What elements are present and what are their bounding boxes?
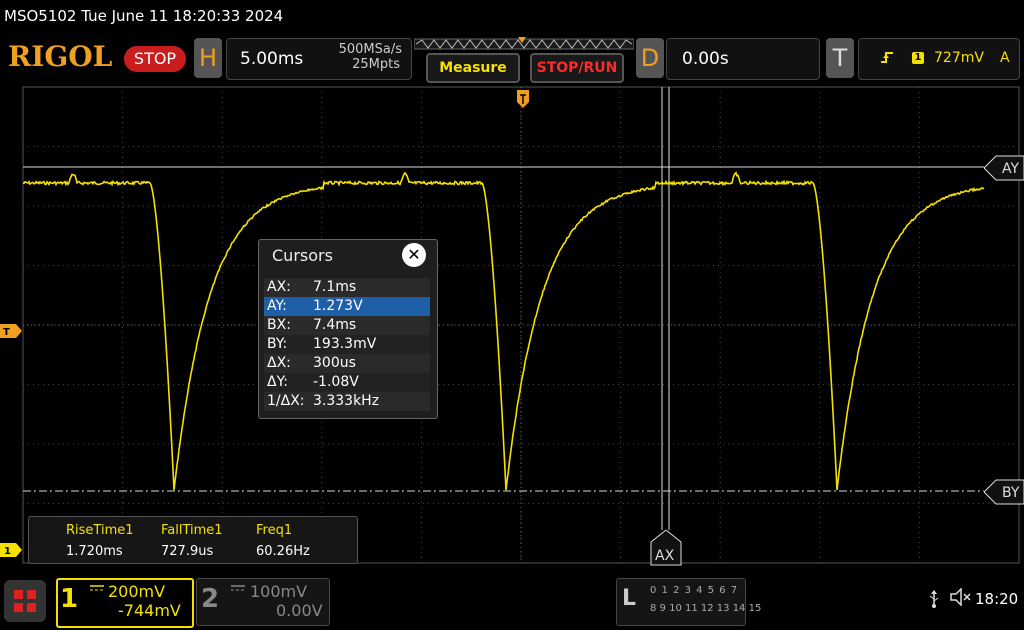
title-bar: MSO5102 Tue June 11 18:20:33 2024 — [0, 0, 1024, 36]
grid-border — [22, 86, 1020, 564]
measurement-name-falltime: FallTime1 — [161, 523, 223, 538]
cursors-panel-title: Cursors — [272, 246, 333, 265]
cursor-readout-row[interactable]: AY: 1.273V — [264, 297, 430, 316]
cursor-readout-row[interactable]: BX: 7.4ms — [264, 316, 430, 335]
dc-coupling-icon — [231, 582, 245, 596]
channel-2-scale: 100mV — [250, 582, 308, 601]
trigger-position-marker — [517, 90, 529, 108]
cursor-ax-tag[interactable]: AX — [650, 530, 682, 566]
cursor-readout-value: 1.273V — [313, 298, 363, 314]
logic-letter: L — [622, 586, 637, 611]
speaker-muted-icon[interactable] — [950, 587, 972, 610]
cursor-readout-value: 3.333kHz — [313, 393, 380, 409]
cursor-readout-value: 300us — [313, 355, 356, 371]
cursor-readout-label: AX: — [267, 279, 291, 295]
run-state-badge[interactable]: STOP — [124, 46, 186, 72]
channel-1-trace — [22, 171, 985, 491]
trigger-level: 727mV — [934, 50, 984, 66]
channel-2-number: 2 — [201, 584, 220, 614]
channel-1-number: 1 — [60, 584, 79, 614]
rising-edge-icon — [880, 50, 894, 68]
logic-channels-row-2: 8 9 10 11 12 13 14 15 — [650, 603, 762, 614]
cursor-readout-row[interactable]: 1/ΔX: 3.333kHz — [264, 392, 430, 411]
trigger-level-marker-label: T — [3, 327, 10, 338]
timebase-value: 5.00ms — [240, 49, 304, 69]
grid-lines — [23, 87, 1019, 563]
cursor-ay-tag-label: AY — [1002, 161, 1019, 177]
close-icon[interactable]: ✕ — [402, 243, 426, 267]
dc-coupling-icon — [90, 582, 104, 596]
cursor-ay-tag[interactable]: AY — [984, 155, 1024, 181]
stop-run-button[interactable]: STOP/RUN — [530, 53, 624, 83]
cursor-by-tag-label: BY — [1002, 485, 1020, 501]
channel-1-scale: 200mV — [108, 582, 166, 601]
cursor-readout-value: 193.3mV — [313, 336, 377, 352]
logic-channels-row-1: 0 1 2 3 4 5 6 7 — [650, 585, 739, 596]
cursor-readout-row[interactable]: AX: 7.1ms — [264, 278, 430, 297]
delay-value: 0.00s — [682, 49, 729, 69]
measurement-value-falltime: 727.9us — [161, 544, 214, 559]
grid-menu-icon — [14, 590, 36, 612]
rigol-logo: RIGOL — [8, 40, 113, 73]
measurement-value-risetime: 1.720ms — [66, 544, 123, 559]
cursor-readout-label: BX: — [267, 317, 291, 333]
horizontal-button[interactable]: H — [194, 38, 222, 78]
channel-2-offset: 0.00V — [276, 601, 323, 620]
channel-1-offset-marker[interactable]: 1 — [0, 543, 22, 557]
cursor-readout-label: AY: — [267, 298, 287, 314]
trigger-level-marker[interactable]: T — [0, 324, 22, 338]
cursor-readout-label: ΔY: — [267, 374, 288, 390]
measurement-value-freq: 60.26Hz — [256, 544, 310, 559]
cursor-readout-label: ΔX: — [267, 355, 291, 371]
cursor-readout-label: 1/ΔX: — [267, 393, 305, 409]
cursor-readout-value: 7.1ms — [313, 279, 357, 295]
trigger-mode: A — [1000, 50, 1010, 66]
channel-1-offset-marker-label: 1 — [4, 546, 11, 557]
memory-depth: 25Mpts — [352, 57, 400, 72]
menu-button[interactable] — [4, 580, 46, 622]
delay-button[interactable]: D — [636, 38, 664, 78]
cursor-readout-value: 7.4ms — [313, 317, 357, 333]
cursor-readout-value: -1.08V — [313, 374, 359, 390]
measurement-name-risetime: RiseTime1 — [66, 523, 134, 538]
trigger-button[interactable]: T — [826, 38, 854, 78]
measure-button[interactable]: Measure — [426, 53, 520, 83]
cursor-readout-row[interactable]: ΔX: 300us — [264, 354, 430, 373]
device-datetime: MSO5102 Tue June 11 18:20:33 2024 — [4, 7, 284, 25]
measurement-name-freq: Freq1 — [256, 523, 293, 538]
channel-1-offset: -744mV — [118, 601, 181, 620]
cursor-readout-row[interactable]: ΔY: -1.08V — [264, 373, 430, 392]
trigger-source: 1 — [912, 52, 924, 64]
sample-rate: 500MSa/s — [338, 42, 402, 57]
cursor-by-tag[interactable]: BY — [984, 479, 1024, 505]
cursor-ax-tag-label: AX — [655, 548, 675, 564]
cursor-readout-row[interactable]: BY: 193.3mV — [264, 335, 430, 354]
usb-icon — [928, 590, 940, 612]
cursor-readout-label: BY: — [267, 336, 288, 352]
clock: 18:20 — [975, 590, 1019, 608]
memory-overview-strip — [414, 37, 634, 50]
